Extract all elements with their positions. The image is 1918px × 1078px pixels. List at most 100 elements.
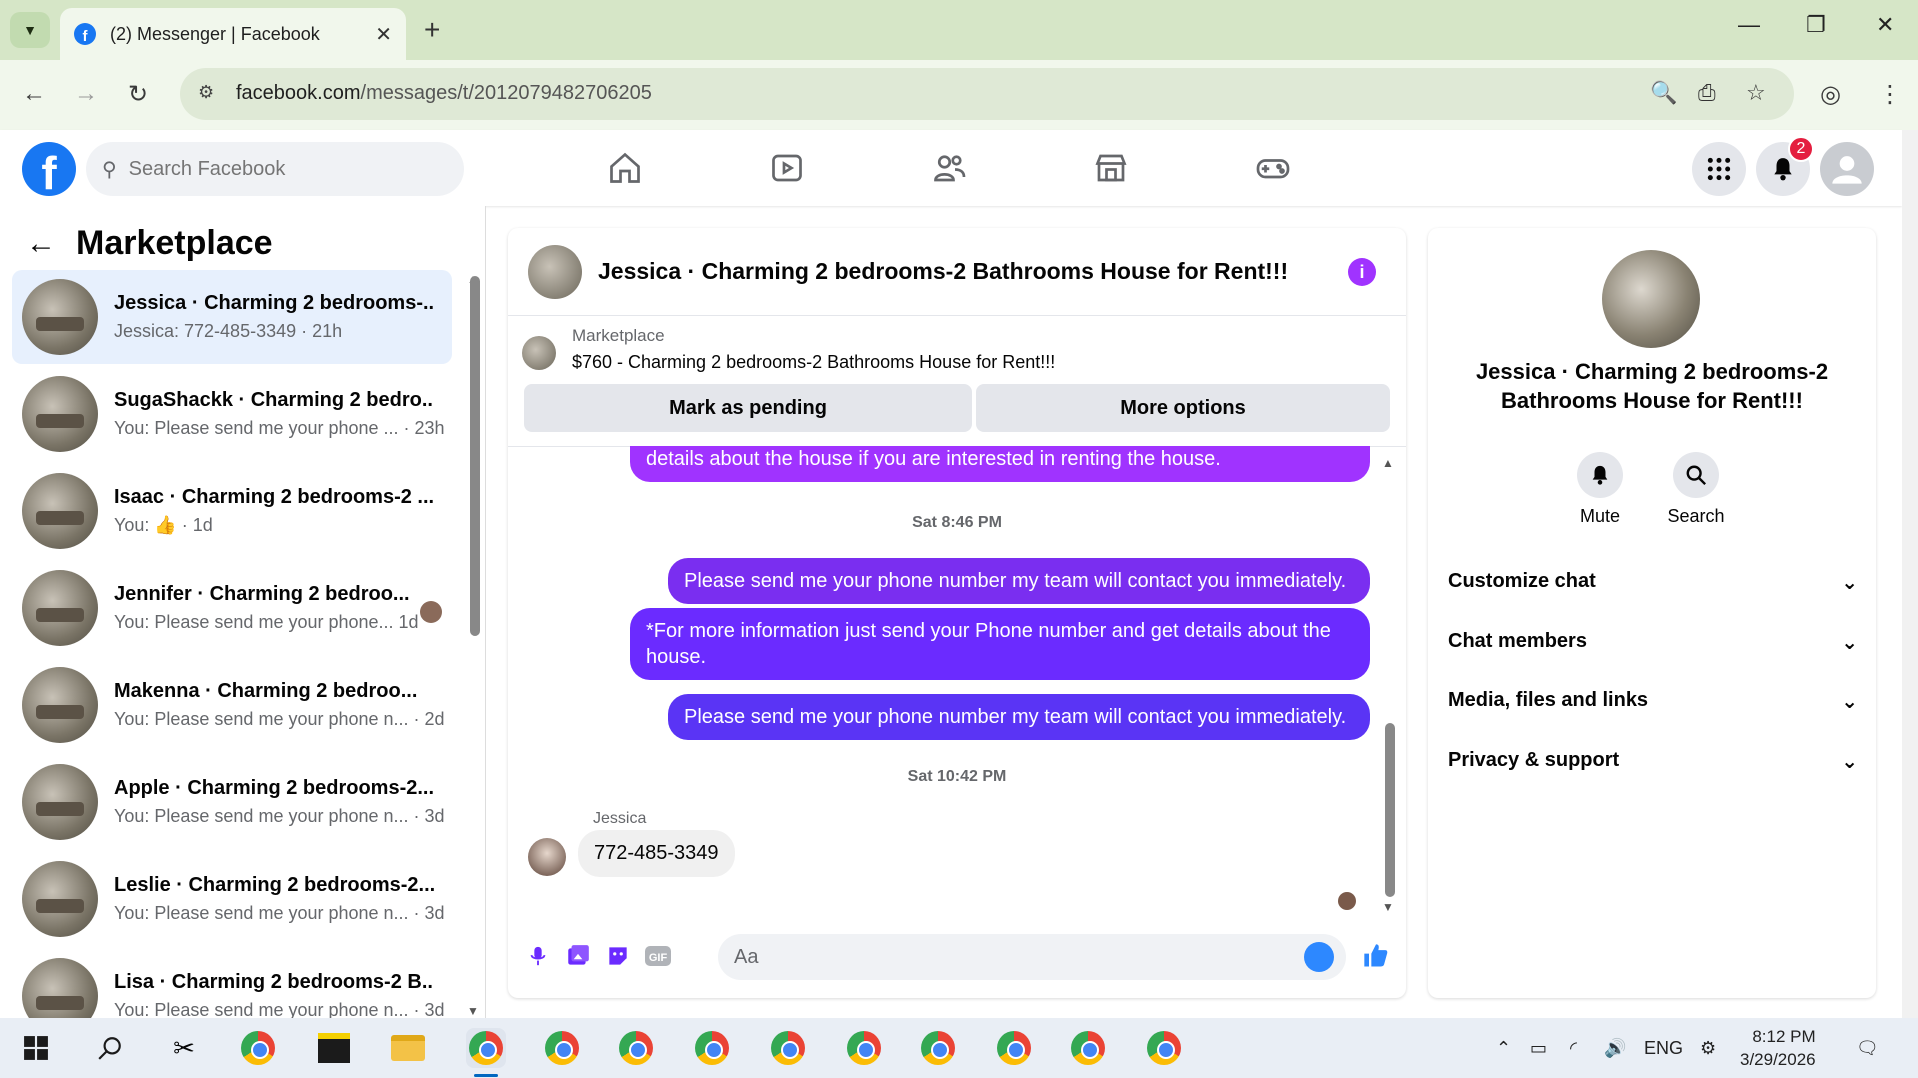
conversation-item[interactable]: Apple · Charming 2 bedrooms-2... You: Ple… bbox=[12, 755, 452, 849]
mute-button[interactable]: Mute bbox=[1560, 452, 1640, 527]
chevron-down-icon: ⌄ bbox=[1841, 751, 1858, 773]
address-bar[interactable]: ⚙ facebook.com/messages/t/20120794827062… bbox=[180, 68, 1794, 120]
chrome-profile-icon[interactable] bbox=[844, 1028, 884, 1068]
chrome-profile-icon[interactable] bbox=[1068, 1028, 1108, 1068]
conversation-item[interactable]: Jennifer · Charming 2 bedroo... You: Plea… bbox=[12, 561, 452, 655]
chrome-profile-icon[interactable] bbox=[542, 1028, 582, 1068]
message-input[interactable]: Aa bbox=[718, 934, 1346, 980]
composer-placeholder: Aa bbox=[734, 945, 759, 968]
facebook-search-input[interactable] bbox=[128, 157, 429, 181]
notifications-bell-icon[interactable]: 2 bbox=[1756, 136, 1814, 196]
sticker-icon[interactable] bbox=[602, 940, 634, 972]
more-options-button[interactable]: More options bbox=[976, 384, 1390, 432]
gaming-icon[interactable] bbox=[1251, 148, 1295, 188]
minimize-icon[interactable]: — bbox=[1738, 12, 1760, 38]
chat-title: Jessica · Charming 2 bedrooms-2 Bathroom… bbox=[598, 258, 1289, 284]
system-clock[interactable]: 8:12 PM 3/29/2026 bbox=[1740, 1026, 1816, 1072]
facebook-logo-icon[interactable]: f bbox=[22, 142, 76, 196]
tab-search-chevron-icon[interactable]: ▼ bbox=[10, 12, 50, 48]
account-avatar[interactable] bbox=[1820, 142, 1874, 196]
photo-icon[interactable] bbox=[562, 940, 594, 972]
chrome-profile-icon[interactable] bbox=[466, 1028, 506, 1068]
browser-tab-messenger[interactable]: f (2) Messenger | Facebook ✕ bbox=[60, 8, 406, 60]
chrome-profile-icon[interactable] bbox=[768, 1028, 808, 1068]
conversation-item[interactable]: Leslie · Charming 2 bedrooms-2... You: Pl… bbox=[12, 852, 452, 946]
conversation-item[interactable]: Lisa · Charming 2 bedrooms-2 B... You: Pl… bbox=[12, 949, 452, 1018]
windows-start-icon[interactable] bbox=[16, 1028, 56, 1068]
volume-icon[interactable]: 🔊 bbox=[1604, 1038, 1626, 1059]
browser-menu-icon[interactable]: ⋮ bbox=[1878, 80, 1902, 109]
profile-avatar[interactable] bbox=[1602, 250, 1700, 348]
conversation-item[interactable]: Isaac · Charming 2 bedrooms-2 ... You: 👍 … bbox=[12, 464, 452, 558]
close-window-icon[interactable]: ✕ bbox=[1876, 12, 1894, 38]
chat-scrollbar[interactable] bbox=[1385, 723, 1395, 897]
conversation-preview: You: Please send me your phone n... · 3d bbox=[114, 1000, 445, 1018]
chrome-profile-icon[interactable] bbox=[616, 1028, 656, 1068]
conversation-item[interactable]: SugaShackk · Charming 2 bedro... You: Ple… bbox=[12, 367, 452, 461]
bell-icon bbox=[1577, 452, 1623, 498]
site-info-icon[interactable]: ⚙ bbox=[198, 82, 222, 106]
chrome-icon[interactable] bbox=[238, 1028, 278, 1068]
battery-icon[interactable]: ▭ bbox=[1530, 1038, 1547, 1059]
tab-close-icon[interactable]: ✕ bbox=[375, 22, 392, 47]
row-label: Chat members bbox=[1448, 630, 1587, 652]
info-icon[interactable]: i bbox=[1348, 258, 1376, 286]
install-app-icon[interactable]: ⎙ bbox=[1698, 80, 1716, 106]
forward-icon[interactable]: → bbox=[74, 80, 98, 108]
mark-as-pending-button[interactable]: Mark as pending bbox=[524, 384, 972, 432]
bookmark-star-icon[interactable]: ☆ bbox=[1746, 80, 1766, 106]
outgoing-message: Please send me your phone number my team… bbox=[668, 558, 1370, 604]
chrome-profile-icon[interactable] bbox=[1144, 1028, 1184, 1068]
chrome-profile-icon[interactable] bbox=[918, 1028, 958, 1068]
media-files-links-row[interactable]: Media, files and links ⌄ bbox=[1448, 689, 1858, 714]
microphone-icon[interactable] bbox=[522, 940, 554, 972]
scroll-up-arrow-icon[interactable]: ▲ bbox=[1382, 456, 1394, 470]
notification-center-icon[interactable]: 🗨 bbox=[1856, 1038, 1879, 1059]
listing-thumbnail bbox=[22, 473, 98, 549]
search-icon[interactable] bbox=[90, 1028, 130, 1068]
page-scrollbar[interactable] bbox=[1902, 130, 1918, 1018]
conversation-item[interactable]: Makenna · Charming 2 bedroo... You: Pleas… bbox=[12, 658, 452, 752]
facebook-favicon-icon: f bbox=[74, 23, 96, 45]
new-tab-button[interactable]: + bbox=[424, 14, 440, 46]
chrome-profile-icon[interactable] bbox=[692, 1028, 732, 1068]
sender-avatar[interactable] bbox=[528, 838, 566, 876]
zoom-icon[interactable]: 🔍 bbox=[1650, 80, 1677, 106]
settings-gear-icon[interactable]: ⚙ bbox=[1700, 1038, 1716, 1059]
restore-icon[interactable]: ❐ bbox=[1806, 12, 1826, 38]
back-arrow-icon[interactable]: ← bbox=[26, 227, 56, 261]
customize-chat-row[interactable]: Customize chat ⌄ bbox=[1448, 570, 1858, 595]
friends-icon[interactable] bbox=[927, 148, 971, 188]
video-icon[interactable] bbox=[765, 148, 809, 188]
facebook-search[interactable]: ⚲ bbox=[86, 142, 464, 196]
file-explorer-icon[interactable] bbox=[388, 1028, 428, 1068]
scroll-down-arrow-icon[interactable]: ▼ bbox=[467, 1004, 479, 1018]
listing-thumbnail bbox=[22, 958, 98, 1018]
marketplace-icon[interactable] bbox=[1089, 148, 1133, 188]
thumbs-up-icon[interactable] bbox=[1360, 940, 1392, 972]
menu-grid-icon[interactable] bbox=[1692, 142, 1746, 196]
gif-icon[interactable]: GIF bbox=[642, 940, 674, 972]
chat-avatar[interactable] bbox=[528, 244, 582, 299]
search-in-chat-button[interactable]: Search bbox=[1656, 452, 1736, 527]
back-icon[interactable]: ← bbox=[22, 80, 46, 108]
wifi-icon[interactable]: ◜ bbox=[1570, 1038, 1577, 1059]
language-indicator[interactable]: ENG bbox=[1644, 1038, 1683, 1059]
sticky-notes-icon[interactable] bbox=[314, 1028, 354, 1068]
privacy-support-row[interactable]: Privacy & support ⌄ bbox=[1448, 749, 1858, 774]
show-hidden-icons-icon[interactable]: ⌃ bbox=[1496, 1038, 1511, 1059]
windows-taskbar: ✂ ⌃ ▭ ◜ 🔊 ENG ⚙ 8:12 PM 3/29/2026 🗨 bbox=[0, 1018, 1918, 1078]
chrome-profile-icon[interactable] bbox=[994, 1028, 1034, 1068]
snipping-tool-icon[interactable]: ✂ bbox=[164, 1028, 204, 1068]
profile-icon[interactable]: ◎ bbox=[1820, 80, 1841, 109]
sidebar-scrollbar[interactable] bbox=[470, 276, 480, 636]
conversation-item[interactable]: Jessica · Charming 2 bedrooms-... Jessica… bbox=[12, 270, 452, 364]
conversation-preview: You: Please send me your phone n... · 2d bbox=[114, 709, 445, 729]
chevron-down-icon: ⌄ bbox=[1841, 632, 1858, 654]
chat-members-row[interactable]: Chat members ⌄ bbox=[1448, 630, 1858, 655]
chat-panel: Jessica · Charming 2 bedrooms-2 Bathroom… bbox=[508, 228, 1406, 998]
scroll-down-arrow-icon[interactable]: ▼ bbox=[1382, 900, 1394, 914]
reload-icon[interactable]: ↻ bbox=[128, 80, 148, 109]
emoji-icon[interactable] bbox=[1304, 942, 1334, 972]
home-icon[interactable] bbox=[603, 148, 647, 188]
